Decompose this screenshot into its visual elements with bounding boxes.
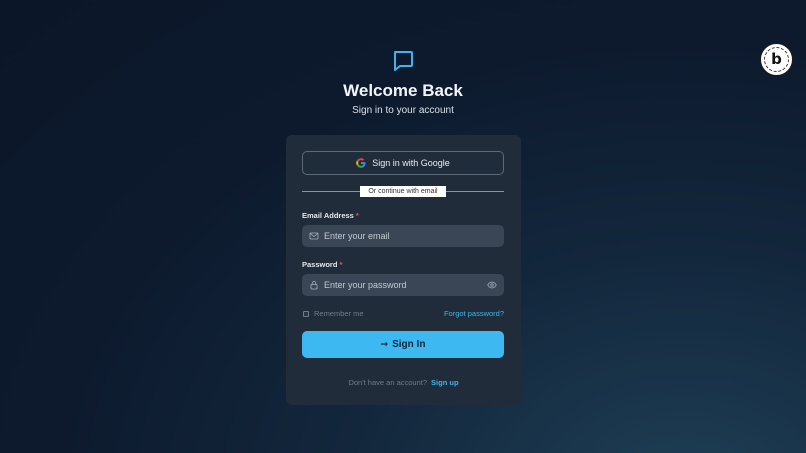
password-field[interactable] bbox=[302, 274, 504, 296]
google-signin-button[interactable]: Sign in with Google bbox=[302, 151, 504, 175]
page-subtitle: Sign in to your account bbox=[352, 105, 454, 116]
login-page: Welcome Back Sign in to your account b S… bbox=[0, 0, 806, 453]
required-mark: * bbox=[355, 211, 359, 220]
password-input[interactable] bbox=[324, 280, 484, 290]
required-mark: * bbox=[339, 260, 343, 269]
signup-prompt: Don't have an account? bbox=[348, 378, 428, 387]
remember-me[interactable]: Remember me bbox=[303, 309, 364, 318]
login-card: Sign in with Google Or continue with ema… bbox=[286, 135, 521, 405]
email-input[interactable] bbox=[324, 231, 484, 241]
signup-row: Don't have an account? Sign up bbox=[286, 378, 521, 387]
badge-letter: b bbox=[771, 50, 782, 68]
sign-up-link[interactable]: Sign up bbox=[431, 378, 459, 387]
google-signin-label: Sign in with Google bbox=[372, 158, 450, 168]
password-label-text: Password bbox=[302, 260, 338, 269]
sign-in-button[interactable]: → Sign In bbox=[302, 331, 504, 358]
chat-bubble-icon bbox=[394, 51, 413, 71]
b-logo-badge-icon[interactable]: b bbox=[760, 43, 793, 76]
lock-icon bbox=[310, 281, 318, 290]
page-title: Welcome Back bbox=[343, 81, 463, 100]
sign-in-label: Sign In bbox=[392, 339, 426, 350]
arrow-right-icon: → bbox=[380, 339, 389, 350]
email-field[interactable] bbox=[302, 225, 504, 247]
divider-text: Or continue with email bbox=[360, 186, 446, 197]
eye-icon[interactable] bbox=[487, 280, 497, 290]
password-label: Password * bbox=[302, 260, 342, 269]
google-icon bbox=[356, 158, 366, 168]
remember-checkbox[interactable] bbox=[303, 310, 309, 317]
remember-label: Remember me bbox=[314, 309, 364, 318]
email-label: Email Address * bbox=[302, 211, 359, 220]
forgot-password-link[interactable]: Forgot password? bbox=[444, 309, 504, 318]
mail-icon bbox=[309, 232, 319, 240]
email-label-text: Email Address bbox=[302, 211, 354, 220]
